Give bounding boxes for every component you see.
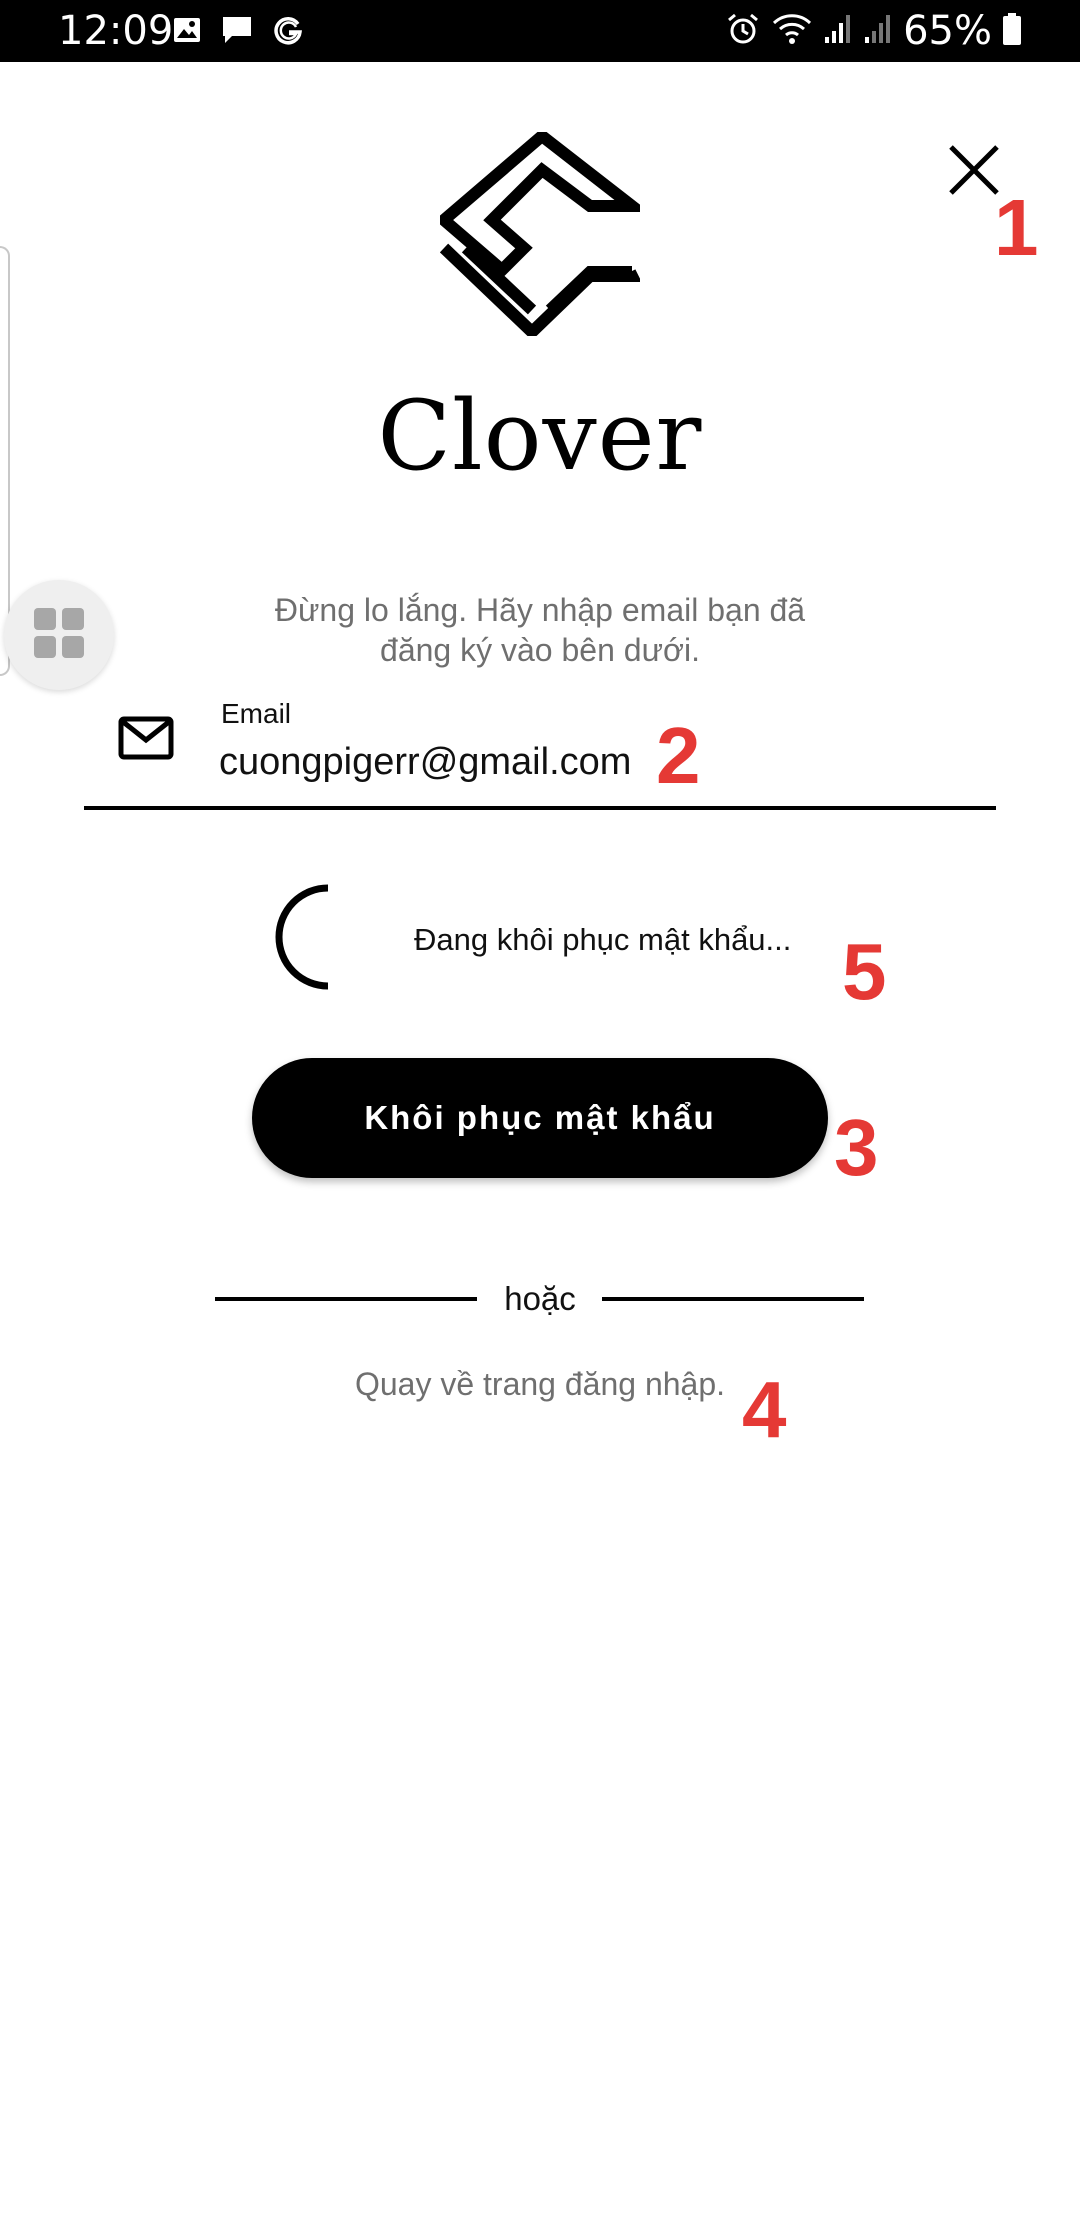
g-icon [272, 14, 304, 51]
back-to-login-link[interactable]: Quay về trang đăng nhập. [0, 1366, 1080, 1403]
message-icon [220, 14, 254, 51]
notification-icons [172, 14, 304, 51]
system-status: 65% [725, 8, 1022, 54]
divider-line-right [602, 1297, 864, 1301]
email-input[interactable] [219, 732, 819, 792]
brand-name: Clover [377, 380, 703, 492]
battery-percent: 65% [903, 8, 992, 54]
grid-icon [32, 606, 86, 665]
recover-password-button[interactable]: Khôi phục mật khẩu [252, 1058, 828, 1178]
close-icon [948, 144, 1000, 201]
mail-icon [118, 716, 174, 765]
annotation-1: 1 [994, 183, 1039, 272]
annotation-3: 3 [834, 1103, 879, 1192]
annotation-5: 5 [842, 927, 887, 1016]
floating-grid-button[interactable] [4, 580, 114, 690]
email-label: Email [221, 698, 292, 729]
loading-spinner [274, 882, 374, 997]
instruction-line-1: Đừng lo lắng. Hãy nhập email bạn đã [274, 592, 806, 628]
instruction-line-2: đăng ký vào bên dưới. [380, 632, 700, 668]
annotation-4: 4 [742, 1365, 787, 1454]
wifi-icon [771, 11, 813, 52]
status-time: 12:09 [58, 8, 174, 54]
clover-logo [434, 128, 650, 341]
loading-text: Đang khôi phục mật khẩu... [414, 922, 792, 957]
battery-icon [1002, 12, 1022, 51]
alarm-icon [725, 11, 761, 52]
instruction-text: Đừng lo lắng. Hãy nhập email bạn đã đăng… [200, 590, 880, 670]
divider-text: hoặc [504, 1280, 576, 1317]
image-icon [172, 15, 202, 50]
signal-icon [863, 13, 893, 50]
annotation-2: 2 [656, 711, 701, 800]
email-field[interactable]: Email [84, 690, 996, 810]
divider-line-left [215, 1297, 477, 1301]
status-bar: 12:09 65% [0, 0, 1080, 62]
signal-icon [823, 13, 853, 50]
